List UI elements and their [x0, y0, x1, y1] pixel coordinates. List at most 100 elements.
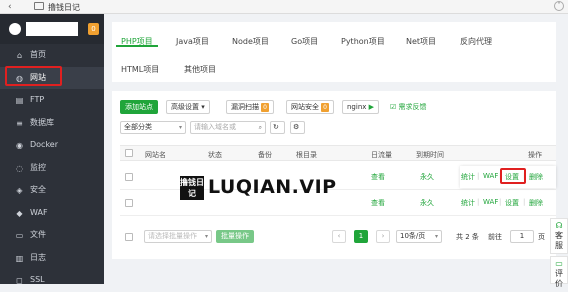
page-suffix: 页 [538, 233, 545, 241]
tab-other[interactable]: 其他项目 [184, 64, 216, 75]
sidebar-item-6[interactable]: ◈ 安全 [0, 179, 104, 202]
col-expire[interactable]: 到期时间 [416, 150, 444, 160]
waf-link[interactable]: WAF [483, 198, 498, 206]
add-site-button[interactable]: 添加站点 [120, 100, 158, 114]
folder-icon: ▭ [15, 231, 24, 240]
refresh-icon: ↻ [273, 123, 279, 131]
col-flow: 日流量 [371, 151, 392, 159]
tab-net[interactable]: Net项目 [406, 36, 436, 47]
folder-icon [34, 2, 44, 10]
tab-proxy[interactable]: 反向代理 [460, 36, 492, 47]
docker-icon: ◉ [16, 141, 23, 150]
separator: | [477, 172, 480, 180]
row-checkbox[interactable] [125, 199, 133, 207]
delete-link[interactable]: 删除 [529, 172, 543, 182]
customer-service-label: 客服 [555, 231, 563, 250]
category-select[interactable]: 全部分类 ▾ [120, 121, 186, 134]
next-page-button[interactable]: › [376, 230, 390, 243]
page-number-current[interactable]: 1 [354, 230, 368, 243]
sidebar-item-4[interactable]: ◉ Docker [0, 134, 104, 157]
review-button[interactable]: ▭ 评价 [550, 256, 568, 288]
refresh-button[interactable]: ↻ [270, 121, 285, 134]
tab-go[interactable]: Go项目 [291, 36, 318, 47]
tab-python[interactable]: Python项目 [341, 36, 385, 47]
watermark-text: LUQIAN.VIP [208, 176, 337, 198]
advanced-settings-button[interactable]: 高级设置 ▾ [166, 100, 210, 114]
highlight-box-settings [500, 168, 526, 184]
per-page-value: 10条/页 [400, 232, 426, 240]
tab-html[interactable]: HTML项目 [121, 64, 159, 75]
settings-button[interactable]: ⚙ [290, 121, 305, 134]
scan-count-badge: 0 [261, 102, 269, 112]
search-placeholder: 请输入域名或 [194, 123, 236, 131]
sidebar: 0 ⌂ 首页 ◍ 网站 ▤ FTP ≡ 数据库 ◉ Docker ◌ 监控 ◈ 安全 ◆ WAF ▭ 文件 ▥ 日志 ◻… [0, 14, 104, 285]
prev-page-button[interactable]: ‹ [332, 230, 346, 243]
row-checkbox[interactable] [125, 173, 133, 181]
chevron-left-icon[interactable]: ‹ [8, 2, 12, 12]
stats-link[interactable]: 统计 [461, 172, 475, 182]
monitor-icon: ◌ [16, 163, 23, 173]
settings-link[interactable]: 设置 [505, 198, 519, 208]
feedback-link[interactable]: ☑ 需求反馈 [390, 102, 427, 112]
goto-label: 前往 [488, 233, 502, 241]
home-icon: ⌂ [16, 51, 23, 60]
notification-badge[interactable]: 0 [88, 23, 99, 35]
batch-select[interactable]: 请选择批量操作 ▾ [144, 230, 212, 243]
col-status[interactable]: 状态 [208, 150, 222, 160]
search-input[interactable]: 请输入域名或 ⌕ [190, 121, 266, 134]
tab-java[interactable]: Java项目 [176, 36, 209, 47]
highlight-box-website [5, 66, 62, 86]
per-page-select[interactable]: 10条/页 ▾ [396, 230, 442, 243]
vuln-scan-button[interactable]: 漏洞扫描 0 [226, 100, 274, 114]
ftp-icon: ▤ [15, 96, 24, 105]
project-tabs [112, 22, 556, 82]
stats-link[interactable]: 统计 [461, 198, 475, 208]
chevron-down-icon: ▾ [434, 233, 438, 240]
sidebar-item-8[interactable]: ▭ 文件 [0, 224, 104, 247]
headset-icon: ☊ [555, 221, 563, 230]
col-site-name[interactable]: 网站名 [145, 150, 166, 160]
sidebar-item-label: 首页 [30, 50, 46, 59]
batch-action-button[interactable]: 批量操作 [216, 230, 254, 243]
nginx-label: nginx [347, 103, 367, 111]
search-icon[interactable]: ⌕ [259, 122, 262, 133]
advanced-settings-label: 高级设置 [171, 103, 199, 111]
batch-placeholder: 请选择批量操作 [148, 232, 197, 240]
delete-link[interactable]: 删除 [529, 198, 543, 208]
goto-page-input[interactable]: 1 [510, 230, 534, 243]
site-security-button[interactable]: 网站安全 0 [286, 100, 334, 114]
col-backup: 备份 [258, 151, 272, 159]
play-icon: ▶ [368, 103, 375, 111]
shield-icon: ◈ [16, 186, 23, 195]
expire-value[interactable]: 永久 [420, 198, 434, 208]
expire-value[interactable]: 永久 [420, 172, 434, 182]
footer-checkbox[interactable] [125, 233, 133, 241]
sidebar-item-label: Docker [30, 140, 59, 149]
waf-link[interactable]: WAF [483, 172, 498, 180]
col-root: 根目录 [296, 151, 317, 159]
active-tab-indicator [116, 45, 158, 47]
flow-link[interactable]: 查看 [371, 172, 385, 182]
sidebar-item-10[interactable]: ◻ SSL [0, 269, 104, 292]
sidebar-item-9[interactable]: ▥ 日志 [0, 247, 104, 270]
tab-node[interactable]: Node项目 [232, 36, 269, 47]
sidebar-item-3[interactable]: ≡ 数据库 [0, 112, 104, 135]
breadcrumb: 撸钱日记 [48, 3, 80, 12]
flow-link[interactable]: 查看 [371, 198, 385, 208]
sidebar-item-label: WAF [30, 207, 48, 217]
col-ops: 操作 [528, 151, 542, 159]
chevron-up-icon[interactable]: ˄ [554, 1, 564, 11]
select-all-checkbox[interactable] [125, 149, 133, 157]
security-count-badge: 0 [321, 102, 329, 112]
nginx-button[interactable]: nginx ▶ [342, 100, 380, 114]
separator: | [499, 198, 502, 206]
separator: | [477, 198, 480, 206]
table-header: 网站名 状态 备份 根目录 日流量 到期时间 操作 [120, 145, 556, 161]
sidebar-item-2[interactable]: ▤ FTP [0, 89, 104, 112]
sidebar-item-5[interactable]: ◌ 监控 [0, 157, 104, 180]
sidebar-item-0[interactable]: ⌂ 首页 [0, 44, 104, 67]
customer-service-button[interactable]: ☊ 客服 [550, 218, 568, 254]
logo-icon [9, 23, 21, 35]
sidebar-item-7[interactable]: ◆ WAF [0, 202, 104, 225]
sidebar-item-label: SSL [30, 275, 45, 284]
